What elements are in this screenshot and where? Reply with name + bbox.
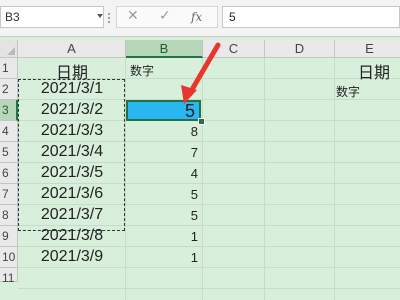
formula-bar: B3 ✕ ✓ fx 5 — [0, 0, 400, 37]
annotation-arrow — [181, 42, 221, 104]
spreadsheet-grid: A B C D E 1 2 3 4 5 6 7 8 9 10 11 日期 数字 … — [0, 40, 400, 300]
insert-function-icon[interactable]: fx — [191, 10, 202, 24]
name-box[interactable]: B3 — [0, 6, 104, 28]
cancel-icon[interactable]: ✕ — [127, 8, 139, 24]
enter-icon[interactable]: ✓ — [159, 8, 171, 24]
formula-bar-divider[interactable] — [108, 12, 110, 24]
name-box-dropdown-icon[interactable] — [97, 14, 103, 18]
formula-buttons: ✕ ✓ fx — [116, 6, 218, 28]
annotation-arrow-shaft — [187, 42, 221, 96]
formula-input[interactable]: 5 — [222, 6, 400, 28]
